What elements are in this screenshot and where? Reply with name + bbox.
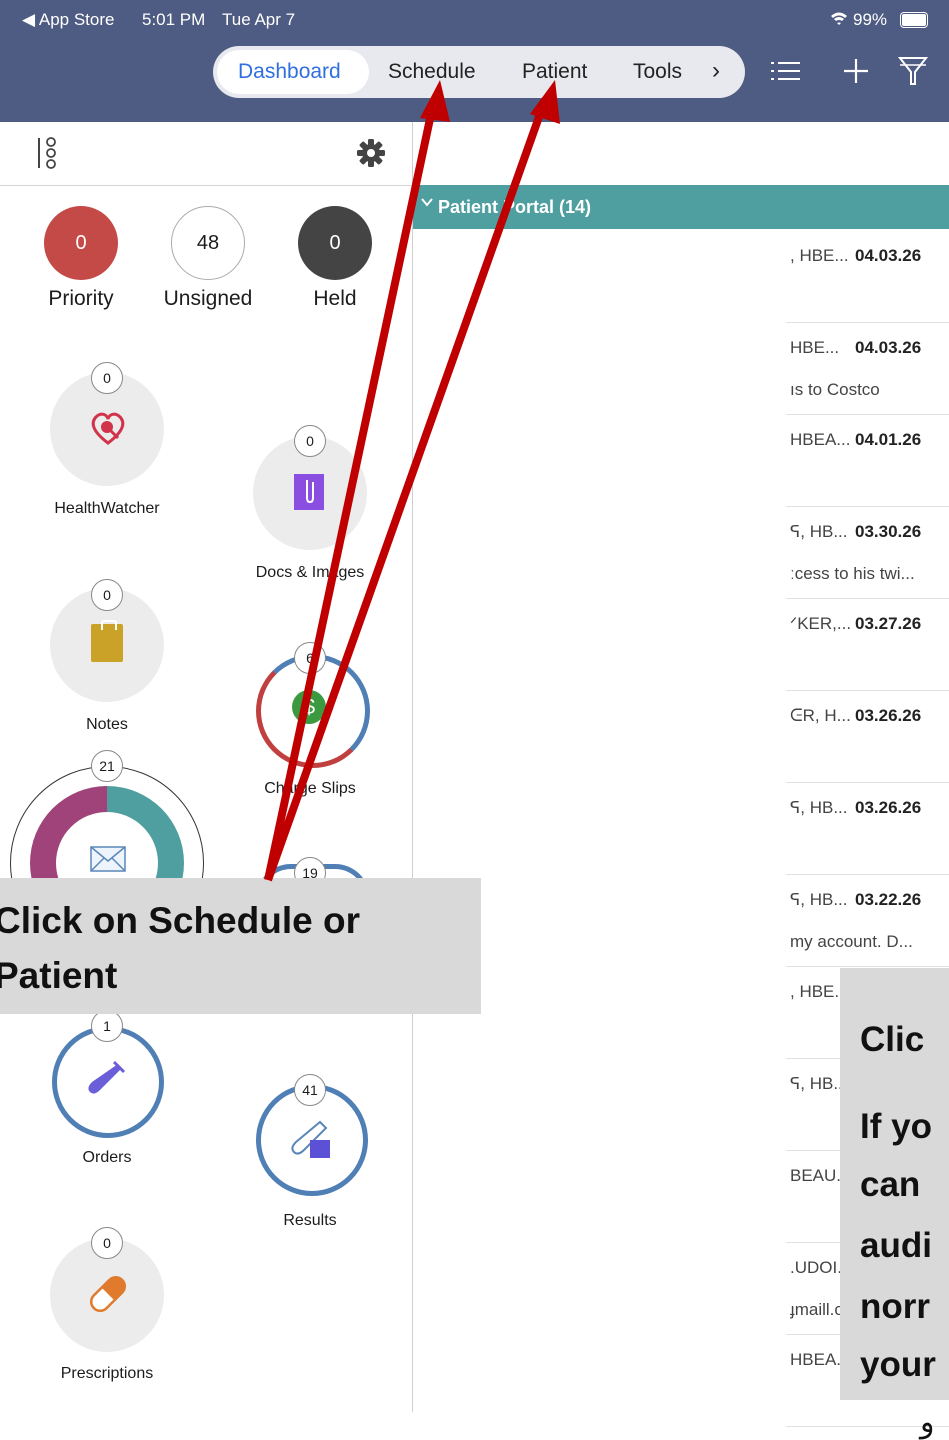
row-message-preview: my account. D... <box>790 932 913 951</box>
tab-tools[interactable]: Tools <box>633 60 682 84</box>
secondary-line-5: audi <box>860 1226 932 1265</box>
secondary-line-3: If yo <box>860 1107 932 1146</box>
row-patient-name: HBEA... <box>790 430 851 449</box>
secondary-line-6: norr <box>860 1287 930 1326</box>
row-date: 03.30.26 <box>855 522 922 541</box>
clipboard-icon <box>91 620 123 662</box>
row-patient-name: HBEA.. <box>790 1350 846 1369</box>
instruction-line-1: Click on Schedule or <box>0 900 360 941</box>
prescriptions-badge: 0 <box>91 1227 123 1259</box>
envelope-icon <box>90 846 126 877</box>
table-row[interactable] <box>786 322 949 415</box>
sidebar-layout-icon[interactable] <box>36 136 58 175</box>
test-tube-icon <box>86 1060 126 1105</box>
table-row[interactable] <box>786 782 949 875</box>
dollar-icon: $ <box>292 690 326 724</box>
row-patient-name: , HBE.. <box>790 982 844 1001</box>
tab-patient[interactable]: Patient <box>522 60 587 84</box>
orders-label: Orders <box>82 1149 132 1166</box>
row-patient-name: ᕋ, HB... <box>790 798 848 817</box>
table-row[interactable] <box>786 690 949 783</box>
unsigned-counter[interactable]: 48 <box>171 206 245 280</box>
row-patient-name: .UDOI. <box>790 1258 842 1277</box>
status-time: 5:01 PM <box>142 10 206 29</box>
pointer-hook-icon: و <box>920 1406 935 1439</box>
row-patient-name: ᕋ, HB... <box>790 890 848 909</box>
row-patient-name: ᐟKER,... <box>790 614 852 633</box>
messages-badge: 21 <box>91 750 123 782</box>
row-message-preview: ıs to Costco <box>790 380 880 399</box>
notes-label: Notes <box>86 716 128 733</box>
tab-schedule[interactable]: Schedule <box>388 60 476 84</box>
row-date: 04.03.26 <box>855 338 922 357</box>
results-label: Results <box>283 1212 337 1229</box>
back-to-app-store[interactable]: ◀ App Store <box>22 10 114 30</box>
chevron-down-icon[interactable] <box>420 195 434 214</box>
charge-slips-badge: 6 <box>294 642 326 674</box>
blank-overlay-panel <box>436 230 786 1440</box>
instruction-callout-text: Click on Schedule or Patient <box>0 893 481 1003</box>
row-date: 04.03.26 <box>855 246 922 265</box>
row-date: 03.26.26 <box>855 706 922 725</box>
healthwatcher-badge: 0 <box>91 362 123 394</box>
held-label: Held <box>313 287 357 310</box>
gear-icon[interactable] <box>357 139 385 172</box>
table-row[interactable] <box>786 230 949 323</box>
row-message-preview: ɟmaill.c <box>790 1300 843 1319</box>
table-row[interactable] <box>786 874 949 967</box>
table-row[interactable] <box>786 414 949 507</box>
table-row[interactable] <box>786 506 949 599</box>
secondary-line-7: your <box>860 1345 936 1384</box>
status-date: Tue Apr 7 <box>222 10 296 29</box>
pill-icon <box>86 1272 130 1321</box>
row-patient-name: ᕋ, HB.. <box>790 1074 843 1093</box>
unsigned-label: Unsigned <box>163 287 253 310</box>
row-patient-name: HBE... <box>790 338 840 357</box>
row-patient-name: , HBE... <box>790 246 849 265</box>
patient-portal-title: Patient Portal (14) <box>438 197 592 217</box>
charge-slips-label: Charge Slips <box>264 780 356 797</box>
row-date: 04.01.26 <box>855 430 922 449</box>
held-counter[interactable]: 0 <box>298 206 372 280</box>
tab-dashboard[interactable]: Dashboard <box>238 60 341 84</box>
docs-images-badge: 0 <box>294 425 326 457</box>
battery-percent: 99% <box>853 10 888 29</box>
row-date: 03.26.26 <box>855 798 922 817</box>
paperclip-icon <box>294 474 324 510</box>
filter-icon[interactable] <box>897 55 929 92</box>
docs-images-label: Docs & Images <box>255 564 365 581</box>
results-badge: 41 <box>294 1074 326 1106</box>
list-icon[interactable] <box>770 58 800 89</box>
prescriptions-label: Prescriptions <box>60 1365 154 1382</box>
wifi-icon <box>830 10 848 31</box>
row-patient-name: ᕋ, HB... <box>790 522 848 541</box>
chevron-right-icon[interactable]: › <box>712 57 720 85</box>
sidebar-header <box>0 122 412 186</box>
instruction-line-2: Patient <box>0 955 118 996</box>
secondary-line-1: Clic <box>860 1020 925 1059</box>
table-row[interactable] <box>786 598 949 691</box>
row-message-preview: ːcess to his twi... <box>790 564 915 583</box>
secondary-line-4: can <box>860 1165 921 1204</box>
orders-badge: 1 <box>91 1010 123 1042</box>
row-date: 03.22.26 <box>855 890 922 909</box>
row-patient-name: ᕮR, H... <box>790 706 851 725</box>
healthwatcher-label: HealthWatcher <box>54 500 160 517</box>
notes-badge: 0 <box>91 579 123 611</box>
flask-icon <box>290 1120 332 1165</box>
battery-icon <box>900 12 928 28</box>
heart-icon <box>88 410 128 451</box>
row-date: 03.27.26 <box>855 614 922 633</box>
plus-icon[interactable] <box>843 58 869 89</box>
priority-label: Priority <box>48 287 114 310</box>
priority-counter[interactable]: 0 <box>44 206 118 280</box>
row-patient-name: BEAU.. <box>790 1166 846 1185</box>
